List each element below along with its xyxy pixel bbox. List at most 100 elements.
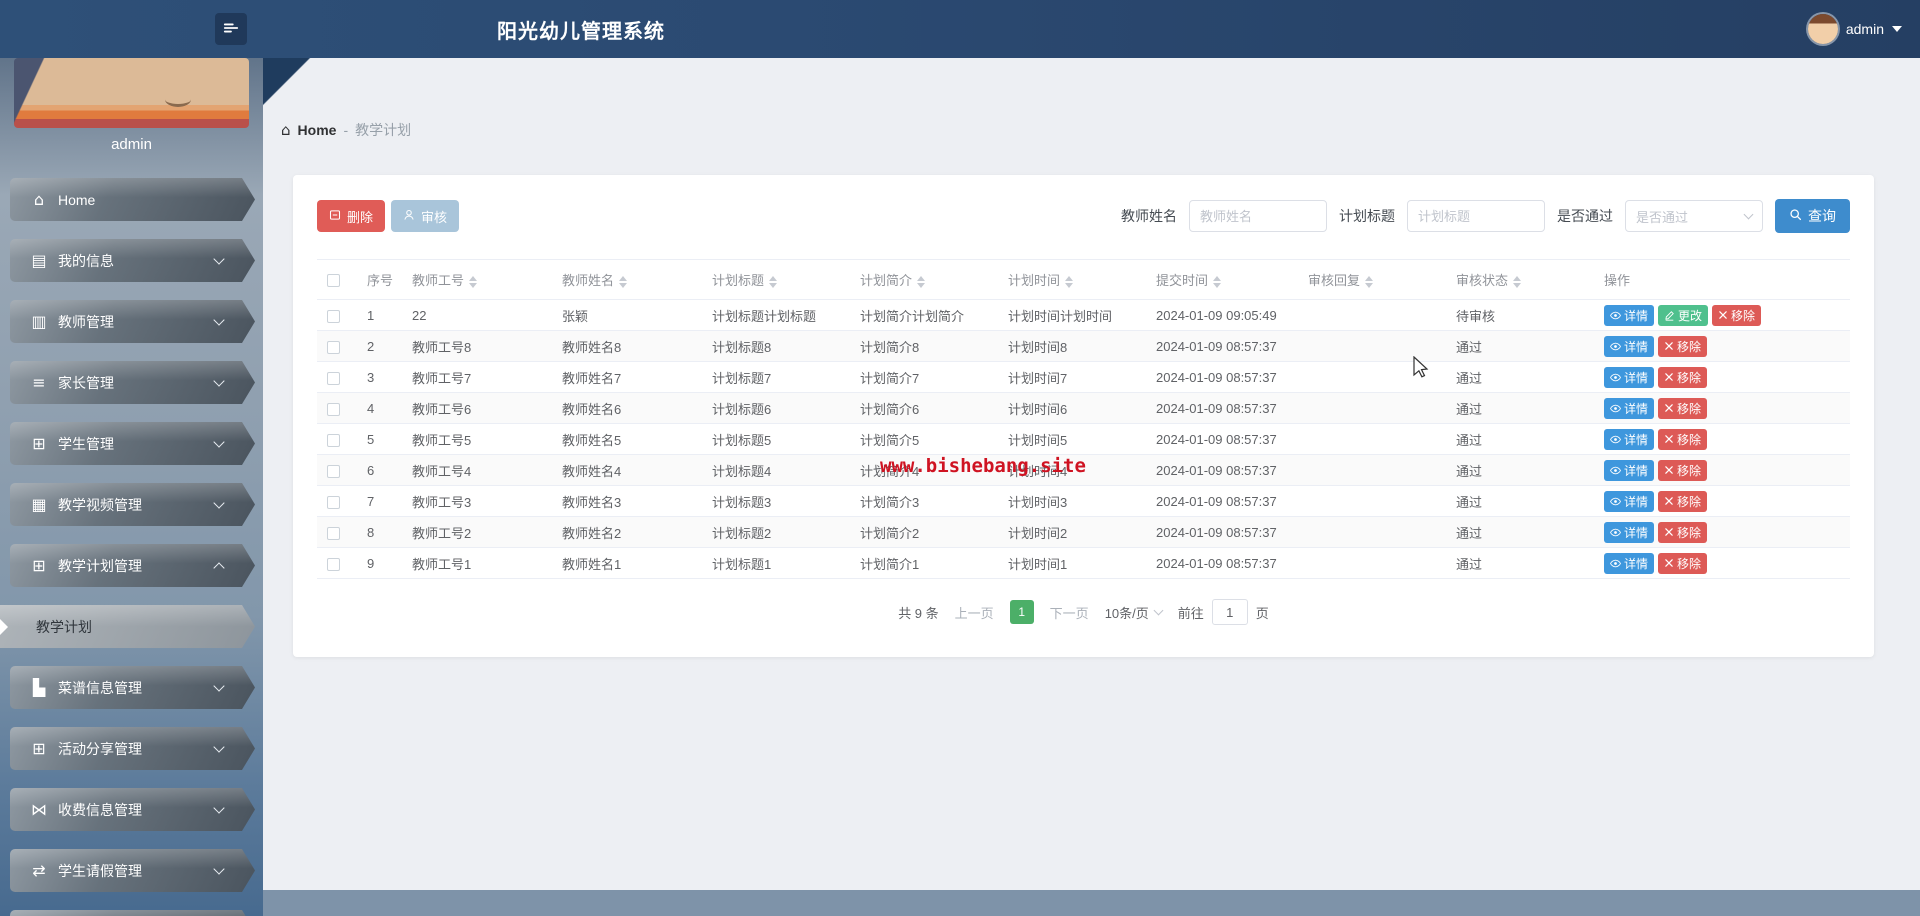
sort-control[interactable] (1213, 276, 1221, 288)
user-menu[interactable]: admin (1808, 0, 1902, 58)
sort-control[interactable] (619, 276, 627, 288)
cell: 教师工号1 (402, 548, 552, 579)
column-header-8[interactable]: 审核回复 (1298, 260, 1446, 300)
chevron-down-icon (213, 436, 224, 447)
sidebar-item-label: Home (58, 192, 255, 208)
audit-button[interactable]: 审核 (391, 200, 459, 232)
remove-button[interactable]: 移除 (1658, 491, 1707, 512)
row-checkbox-cell (317, 517, 357, 548)
column-header-label: 计划简介 (860, 273, 912, 288)
sort-control[interactable] (1365, 276, 1373, 288)
column-header-1: 序号 (357, 260, 402, 300)
cell: 教师工号7 (402, 362, 552, 393)
page-curl-decoration (263, 58, 311, 106)
detail-button[interactable]: 详情 (1604, 522, 1654, 543)
row-checkbox[interactable] (327, 527, 340, 540)
detail-button[interactable]: 详情 (1604, 460, 1654, 481)
next-page-button[interactable]: 下一页 (1050, 603, 1089, 622)
sort-control[interactable] (1513, 276, 1521, 288)
sidebar-item-feedback-mgmt[interactable]: ⊞教学反馈管理 (10, 910, 255, 916)
sidebar-item-leave-mgmt[interactable]: ⇄学生请假管理 (10, 849, 255, 892)
delete-button[interactable]: 删除 (317, 200, 385, 232)
remove-button[interactable]: 移除 (1712, 305, 1761, 326)
cell: 通过 (1446, 424, 1594, 455)
remove-button[interactable]: 移除 (1658, 367, 1707, 388)
column-header-4[interactable]: 计划标题 (702, 260, 850, 300)
cell: 计划标题5 (702, 424, 850, 455)
close-icon (1664, 434, 1674, 444)
row-checkbox[interactable] (327, 341, 340, 354)
row-checkbox[interactable] (327, 434, 340, 447)
home-icon: ⌂ (28, 190, 50, 209)
page-size-select[interactable]: 10条/页 (1105, 603, 1162, 622)
remove-button[interactable]: 移除 (1658, 429, 1707, 450)
chevron-down-icon (213, 314, 224, 325)
sidebar-toggle-button[interactable] (215, 13, 247, 45)
profile-username: admin (0, 136, 263, 156)
sort-desc-icon (619, 283, 627, 288)
row-checkbox[interactable] (327, 465, 340, 478)
detail-button[interactable]: 详情 (1604, 336, 1654, 357)
detail-button[interactable]: 详情 (1604, 491, 1654, 512)
row-checkbox[interactable] (327, 496, 340, 509)
plan-title-input[interactable] (1407, 200, 1545, 232)
column-header-6[interactable]: 计划时间 (998, 260, 1146, 300)
sidebar-item-student-mgmt[interactable]: ⊞学生管理 (10, 422, 255, 465)
pass-select[interactable]: 是否通过 (1625, 200, 1763, 232)
column-header-3[interactable]: 教师姓名 (552, 260, 702, 300)
cell: 2024-01-09 08:57:37 (1146, 486, 1298, 517)
search-button[interactable]: 查询 (1775, 199, 1850, 233)
detail-button[interactable]: 详情 (1604, 367, 1654, 388)
sidebar-item-fee-mgmt[interactable]: ⋈收费信息管理 (10, 788, 255, 831)
detail-button[interactable]: 详情 (1604, 398, 1654, 419)
grid-icon: ⊞ (28, 556, 50, 575)
column-header-label: 审核回复 (1308, 273, 1360, 288)
row-checkbox[interactable] (327, 558, 340, 571)
sidebar-item-activity-mgmt[interactable]: ⊞活动分享管理 (10, 727, 255, 770)
teacher-name-input[interactable] (1189, 200, 1327, 232)
sidebar-subitem-teaching-plan[interactable]: 教学计划 (0, 605, 255, 648)
page-1-button[interactable]: 1 (1010, 600, 1034, 624)
edit-button[interactable]: 更改 (1658, 305, 1708, 326)
column-header-9[interactable]: 审核状态 (1446, 260, 1594, 300)
id-card-icon: ▤ (28, 251, 50, 270)
remove-button[interactable]: 移除 (1658, 522, 1707, 543)
row-checkbox[interactable] (327, 372, 340, 385)
detail-button[interactable]: 详情 (1604, 305, 1654, 326)
eye-icon (1610, 496, 1621, 507)
column-header-2[interactable]: 教师工号 (402, 260, 552, 300)
sidebar-item-teacher-mgmt[interactable]: ▥教师管理 (10, 300, 255, 343)
column-header-5[interactable]: 计划简介 (850, 260, 998, 300)
sort-control[interactable] (769, 276, 777, 288)
cell: 计划标题8 (702, 331, 850, 362)
remove-button[interactable]: 移除 (1658, 336, 1707, 357)
column-header-7[interactable]: 提交时间 (1146, 260, 1298, 300)
select-all-checkbox[interactable] (327, 274, 340, 287)
sidebar-item-recipe-mgmt[interactable]: ▙菜谱信息管理 (10, 666, 255, 709)
prev-page-button[interactable]: 上一页 (955, 603, 994, 622)
sidebar-item-plan-mgmt[interactable]: ⊞教学计划管理 (10, 544, 255, 587)
cell: 教师工号2 (402, 517, 552, 548)
main-content: ⌂ Home - 教学计划 删除 审核 教 (263, 58, 1920, 916)
remove-button[interactable]: 移除 (1658, 460, 1707, 481)
eye-icon (1610, 527, 1621, 538)
row-checkbox[interactable] (327, 310, 340, 323)
sidebar-item-video-mgmt[interactable]: ▦教学视频管理 (10, 483, 255, 526)
sort-control[interactable] (469, 276, 477, 288)
cell: 计划时间计划时间 (998, 300, 1146, 331)
remove-button[interactable]: 移除 (1658, 398, 1707, 419)
sidebar-item-home[interactable]: ⌂ Home (10, 178, 255, 221)
close-icon (1664, 465, 1674, 475)
goto-page-input[interactable] (1212, 599, 1248, 625)
top-header: 阳光幼儿管理系统 admin (0, 0, 1920, 58)
goto-label: 前往 (1178, 603, 1204, 622)
remove-button[interactable]: 移除 (1658, 553, 1707, 574)
sort-control[interactable] (917, 276, 925, 288)
sidebar-item-parent-mgmt[interactable]: ≡家长管理 (10, 361, 255, 404)
sidebar-item-my-info[interactable]: ▤我的信息 (10, 239, 255, 282)
breadcrumb-home[interactable]: Home (298, 122, 337, 138)
row-checkbox[interactable] (327, 403, 340, 416)
detail-button[interactable]: 详情 (1604, 553, 1654, 574)
sort-control[interactable] (1065, 276, 1073, 288)
detail-button[interactable]: 详情 (1604, 429, 1654, 450)
